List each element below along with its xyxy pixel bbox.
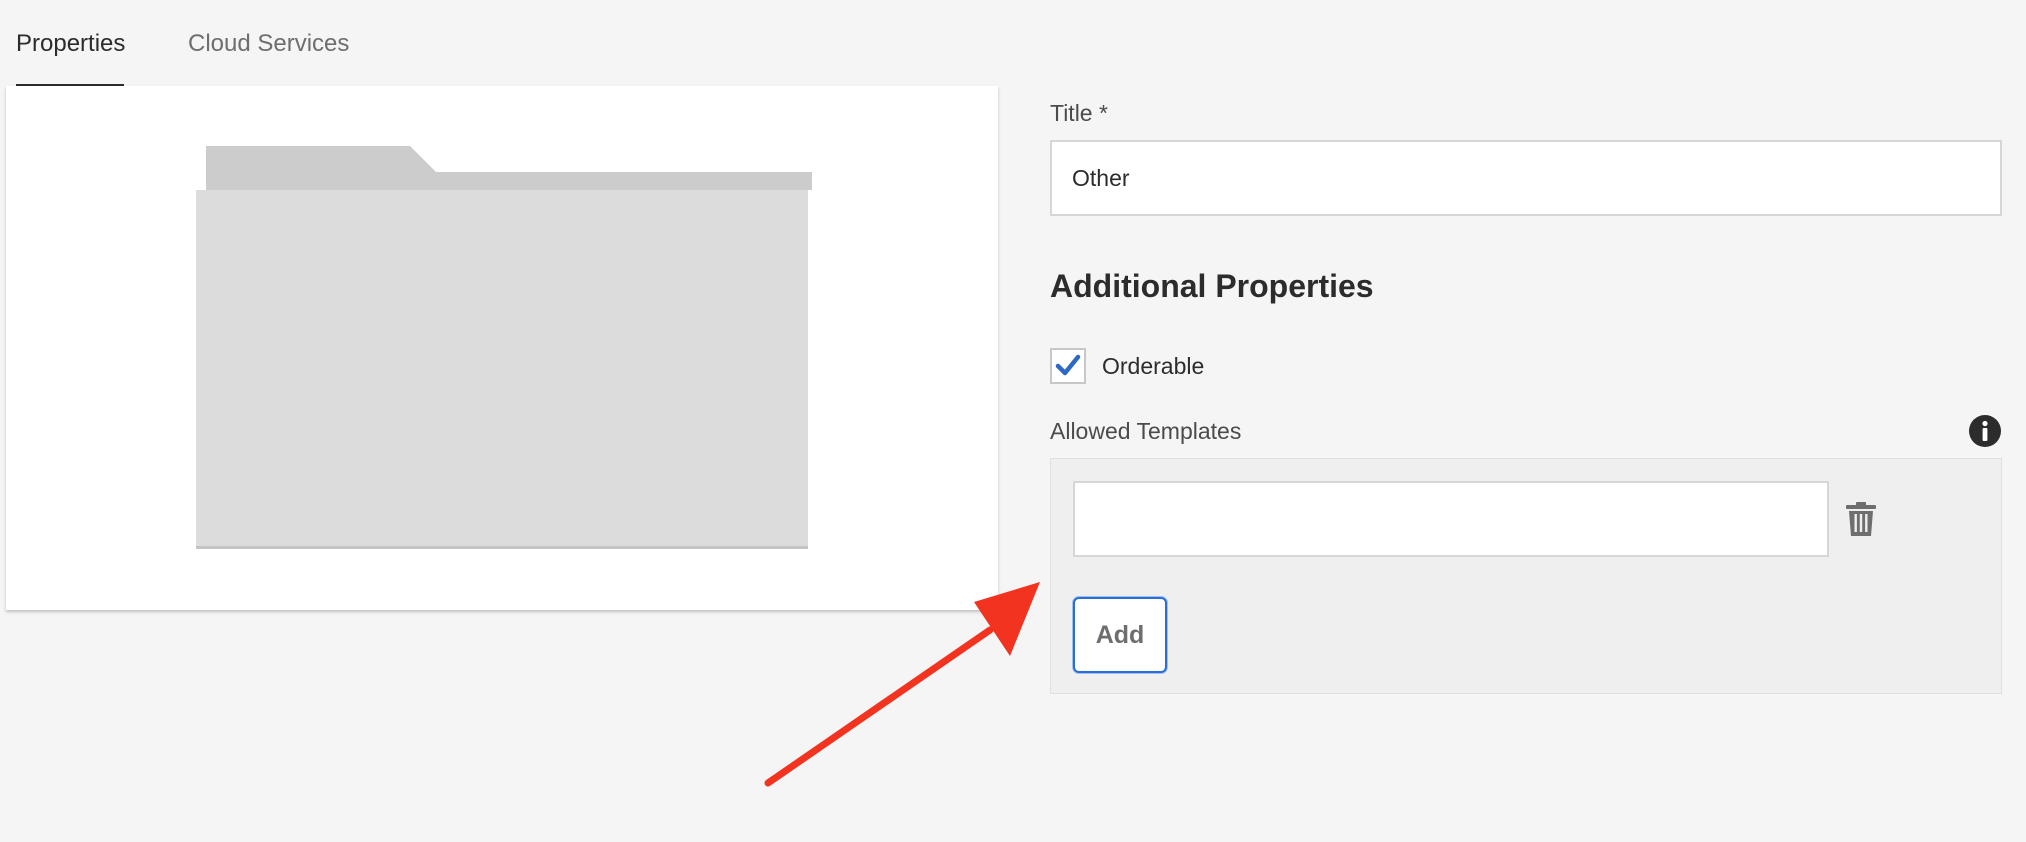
title-label: Title * [1050, 100, 1108, 126]
info-icon[interactable] [1968, 414, 2002, 448]
title-input[interactable] [1050, 140, 2002, 216]
orderable-label: Orderable [1102, 352, 1205, 379]
allowed-template-input[interactable] [1073, 481, 1829, 557]
tab-cloud-services[interactable]: Cloud Services [188, 0, 349, 88]
section-heading: Additional Properties [1050, 268, 1374, 304]
trash-icon[interactable] [1845, 501, 1877, 537]
thumbnail-card [6, 86, 998, 610]
orderable-checkbox-row[interactable]: Orderable [1050, 348, 1204, 384]
orderable-checkbox[interactable] [1050, 348, 1086, 384]
allowed-templates-multifield: Add [1050, 458, 2002, 694]
page: Properties Cloud Services Title * Additi… [0, 0, 2026, 842]
tab-bar: Properties Cloud Services [0, 0, 349, 88]
tab-cloud-services-label: Cloud Services [188, 30, 350, 57]
checkmark-icon [1055, 354, 1081, 376]
allowed-templates-label: Allowed Templates [1050, 418, 1242, 444]
tab-properties-label: Properties [16, 30, 126, 57]
folder-icon [196, 146, 812, 549]
tab-properties[interactable]: Properties [16, 0, 126, 88]
add-template-button[interactable]: Add [1073, 597, 1167, 673]
